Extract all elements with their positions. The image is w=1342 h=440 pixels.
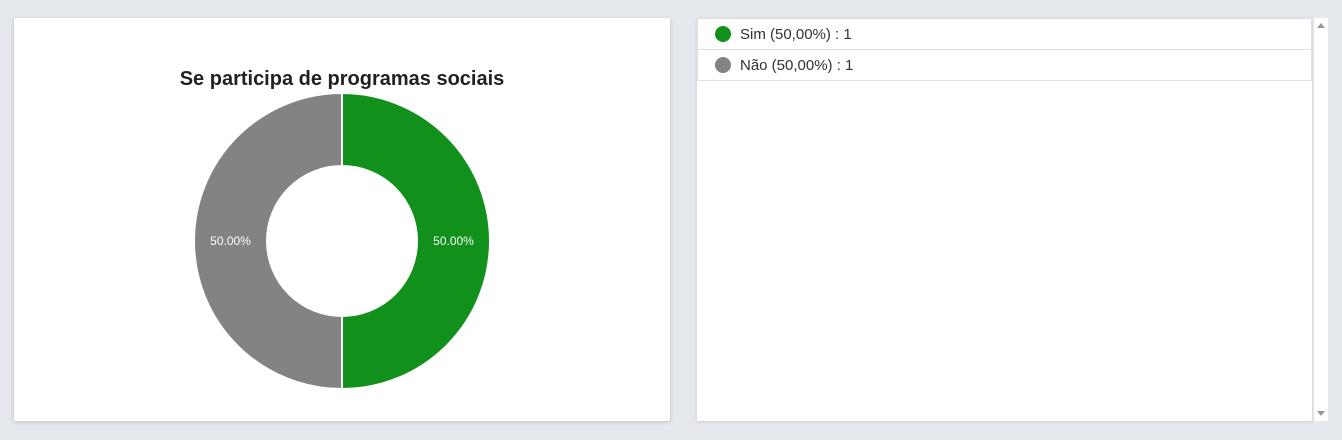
- data-label-sim: 50.00%: [433, 234, 474, 248]
- scroll-down-icon[interactable]: [1317, 411, 1325, 416]
- legend-scrollbar[interactable]: [1314, 18, 1328, 421]
- legend-dot-nao: [715, 57, 731, 73]
- data-label-nao: 50.00%: [210, 234, 251, 248]
- chart-card: Se participa de programas sociais 50.00%…: [14, 18, 670, 421]
- legend-item-nao[interactable]: Não (50,00%) : 1: [697, 49, 1312, 81]
- donut-chart: 50.00% 50.00%: [193, 91, 491, 391]
- legend-panel: Sim (50,00%) : 1 Não (50,00%) : 1: [697, 18, 1312, 421]
- scroll-up-icon[interactable]: [1317, 23, 1325, 28]
- legend-item-sim[interactable]: Sim (50,00%) : 1: [697, 18, 1312, 50]
- legend-label-nao: Não (50,00%) : 1: [740, 56, 854, 74]
- legend-dot-sim: [715, 26, 731, 42]
- legend-label-sim: Sim (50,00%) : 1: [740, 25, 852, 43]
